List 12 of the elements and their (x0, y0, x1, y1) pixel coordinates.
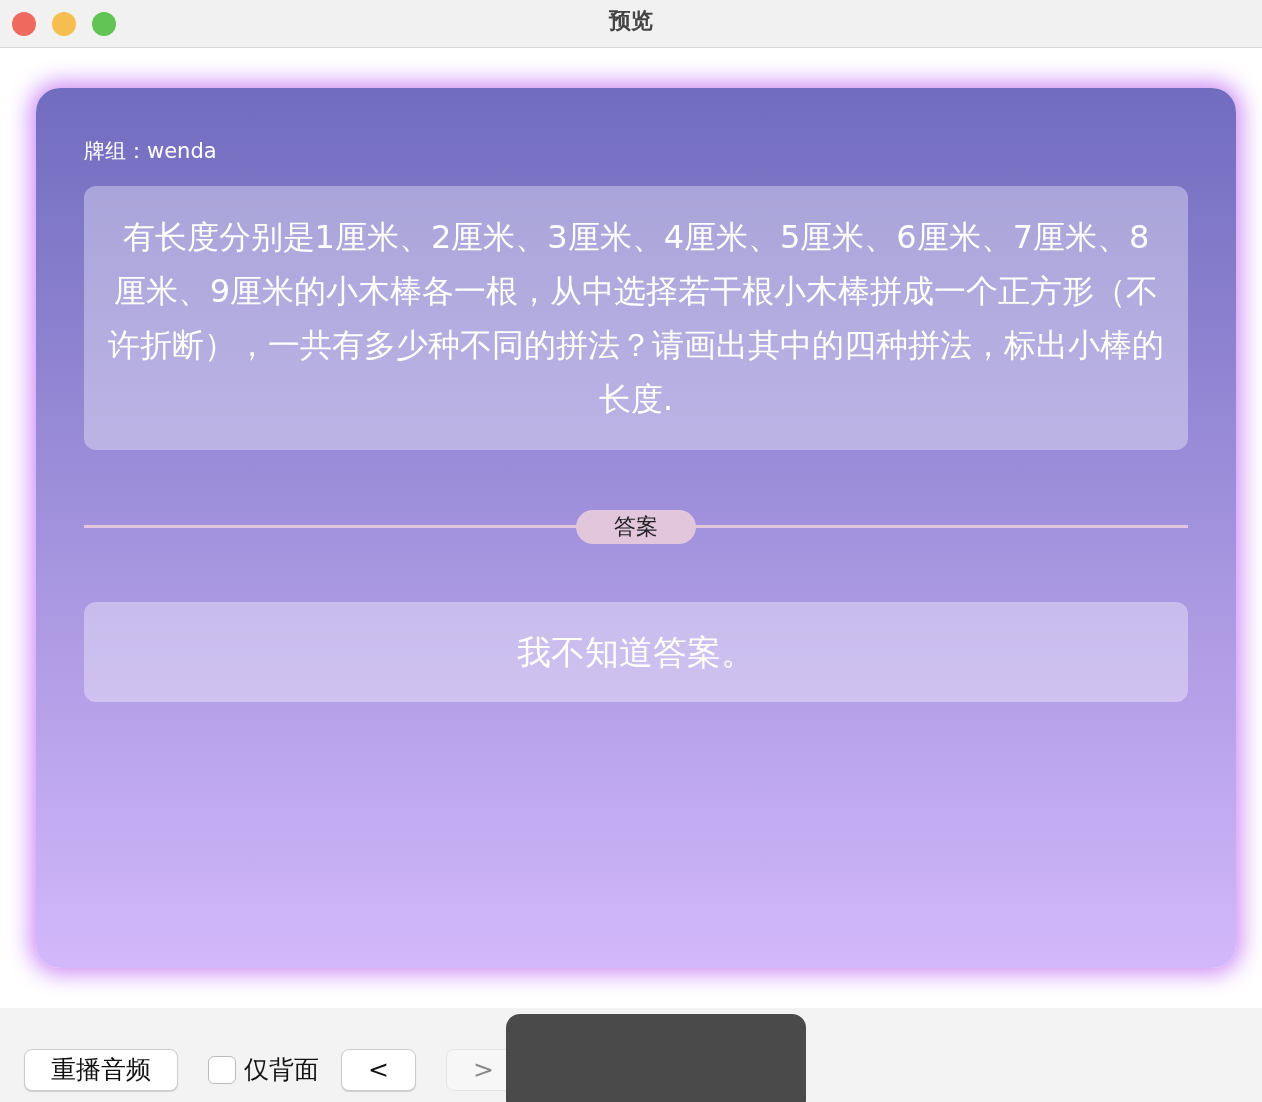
question-text: 有长度分别是1厘米、2厘米、3厘米、4厘米、5厘米、6厘米、7厘米、8厘米、9厘米的小木棒各一根，从中选择若干根小木棒拼成一个正方形（不许折断），一共有多少种不同的拼法？请画出其中的四种拼法，标出小棒的长度. (84, 185, 1188, 450)
zoom-button[interactable] (92, 11, 116, 36)
answer-text: 我不知道答案。 (84, 601, 1188, 702)
toolbar-button[interactable]: < (341, 1049, 416, 1091)
answer-divider-label: 答案 (576, 509, 696, 544)
toolbar-button[interactable]: 重播音频 (24, 1049, 178, 1091)
checkbox[interactable] (208, 1056, 236, 1084)
checkbox-label[interactable]: 仅背面 (244, 1051, 319, 1089)
minimize-button[interactable] (52, 11, 76, 36)
deck-label: 牌组：wenda (84, 139, 217, 163)
window-title: 预览 (609, 8, 653, 33)
close-button[interactable] (12, 11, 36, 36)
